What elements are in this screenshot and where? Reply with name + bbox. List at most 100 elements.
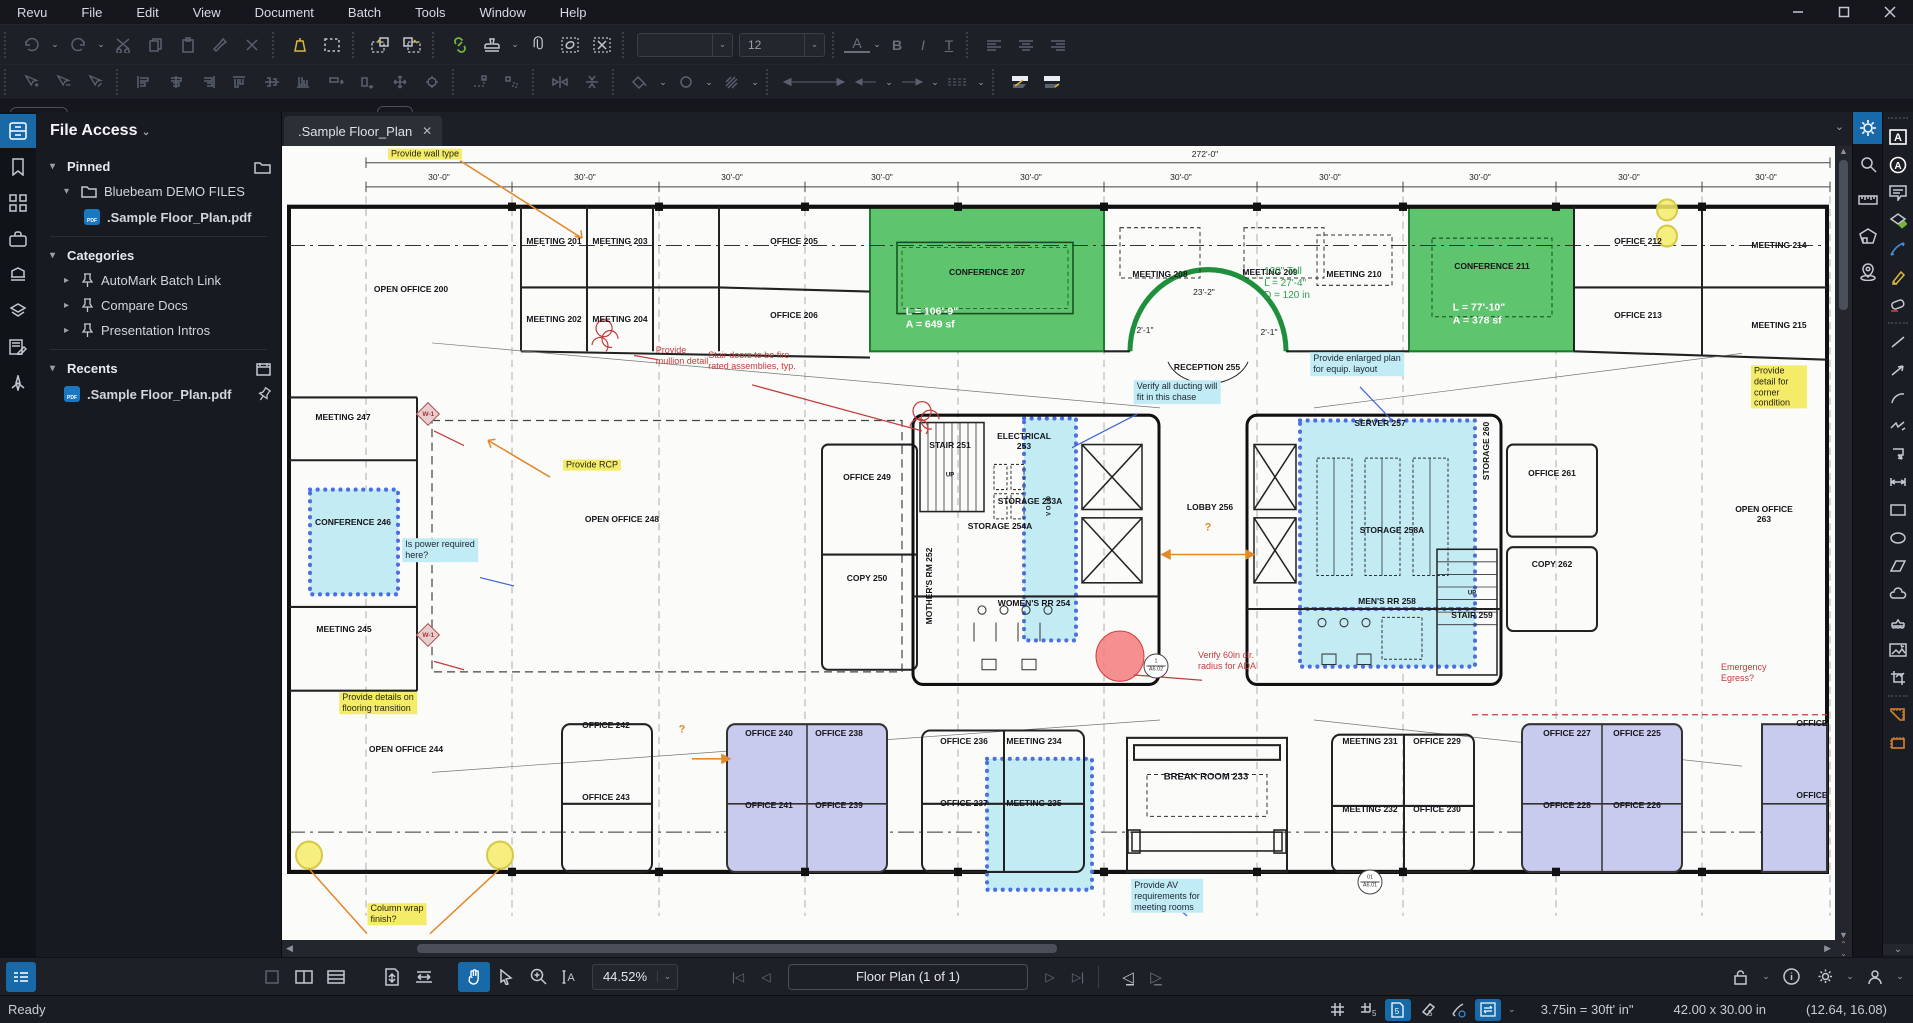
- tab-close-icon[interactable]: ✕: [422, 124, 432, 138]
- dimension-tool-icon[interactable]: [1884, 468, 1912, 495]
- polygon-tool-icon[interactable]: [1884, 552, 1912, 579]
- vertical-scroll-thumb[interactable]: [1839, 160, 1848, 310]
- rectangle-tool-icon[interactable]: [1884, 496, 1912, 523]
- polyline-tool-icon[interactable]: [1884, 412, 1912, 439]
- annotation-markup[interactable]: Provide mullion detail: [656, 345, 709, 367]
- library-tab[interactable]: [0, 258, 36, 292]
- menu-item[interactable]: Edit: [119, 2, 175, 23]
- cloud-tool-icon[interactable]: [1884, 580, 1912, 607]
- font-family-select[interactable]: ⌄: [637, 32, 733, 57]
- font-size-select[interactable]: 12 ⌄: [739, 32, 825, 57]
- category-row[interactable]: ▸ Presentation Intros: [50, 318, 281, 343]
- previous-page-button[interactable]: ◁: [752, 970, 780, 984]
- undo-icon[interactable]: [17, 31, 47, 59]
- scroll-down-icon[interactable]: ▼: [1839, 930, 1848, 940]
- menu-item[interactable]: View: [176, 2, 238, 23]
- redo-chevron-icon[interactable]: ⌄: [94, 39, 108, 50]
- measurement-markup[interactable]: 2'-1": [1137, 325, 1154, 335]
- tab-list-chevron-icon[interactable]: ⌄: [1835, 120, 1844, 133]
- measurement-markup[interactable]: 2'-1": [1261, 327, 1278, 337]
- toolbar-grip[interactable]: [766, 69, 774, 95]
- toolbar-grip[interactable]: [612, 69, 620, 95]
- more-tools-chevron-icon[interactable]: ⌄: [1883, 944, 1913, 955]
- menu-item[interactable]: Revu: [0, 2, 64, 23]
- close-button[interactable]: [1867, 0, 1913, 24]
- annotation-markup[interactable]: Provide AV requirements for meeting room…: [1131, 878, 1203, 914]
- measurements-tab[interactable]: [1853, 184, 1883, 216]
- annotation-markup[interactable]: Stair doors to be fire rated assemblies,…: [708, 350, 796, 372]
- split-vertical-icon[interactable]: [288, 962, 320, 992]
- markups-list-toggle[interactable]: [6, 961, 36, 992]
- recent-file-row[interactable]: .Sample Floor_Plan.pdf: [50, 381, 281, 407]
- brightness-chevron-icon[interactable]: ⌄: [1843, 971, 1857, 982]
- studio-tab[interactable]: [0, 366, 36, 400]
- calibrate-icon[interactable]: [1005, 68, 1035, 96]
- detail-callout-badge[interactable]: 1 A6.02: [1143, 653, 1169, 679]
- measure-preferences-icon[interactable]: [1037, 68, 1067, 96]
- fit-page-icon[interactable]: [376, 962, 408, 992]
- menu-item[interactable]: Tools: [398, 2, 462, 23]
- paste-in-place-alt-icon[interactable]: [397, 31, 427, 59]
- stamp-chevron-icon[interactable]: ⌄: [508, 39, 522, 50]
- annotation-markup[interactable]: ?: [679, 723, 686, 736]
- layers-tab[interactable]: [0, 294, 36, 328]
- maximize-button[interactable]: [1821, 0, 1867, 24]
- annotation-markup[interactable]: ?: [1205, 521, 1212, 534]
- paste-in-place-icon[interactable]: [365, 31, 395, 59]
- textbox-tool-icon[interactable]: A: [1884, 123, 1912, 150]
- select-text-icon[interactable]: A: [554, 962, 586, 992]
- attachment-icon[interactable]: [523, 31, 553, 59]
- scroll-corner[interactable]: ⌃ ⌄: [1835, 940, 1852, 958]
- undo-chevron-icon[interactable]: ⌄: [48, 39, 62, 50]
- toolbar-grip[interactable]: [4, 31, 12, 58]
- zoom-tool-icon[interactable]: [522, 962, 554, 992]
- toolbar-grip[interactable]: [992, 69, 1000, 95]
- add-folder-icon[interactable]: [254, 160, 271, 174]
- lock-status-icon[interactable]: [1725, 962, 1757, 992]
- image-tool-icon[interactable]: [1884, 636, 1912, 663]
- folder-row[interactable]: ▾ Bluebeam DEMO FILES: [50, 179, 281, 204]
- minimize-button[interactable]: [1775, 0, 1821, 24]
- menu-item[interactable]: Window: [463, 2, 543, 23]
- measurement-markup[interactable]: 23'-2": [1193, 287, 1215, 297]
- note-tool-icon[interactable]: [1884, 179, 1912, 206]
- sync-chevron-icon[interactable]: ⌄: [1505, 1004, 1519, 1015]
- brightness-icon[interactable]: [1809, 962, 1841, 992]
- menu-item[interactable]: File: [64, 2, 119, 23]
- previous-view-button[interactable]: ◁̲: [1114, 968, 1142, 986]
- toolbar-grip[interactable]: [1888, 322, 1908, 324]
- callout-tool-icon[interactable]: [1884, 440, 1912, 467]
- menu-item[interactable]: Document: [238, 2, 331, 23]
- horizontal-scrollbar[interactable]: ◀ ▶: [282, 940, 1835, 957]
- toolbar-grip[interactable]: [832, 31, 840, 58]
- bookmarks-tab[interactable]: [0, 150, 36, 184]
- lasso-erase-icon[interactable]: [555, 31, 585, 59]
- category-row[interactable]: ▸ Compare Docs: [50, 293, 281, 318]
- zoom-level-select[interactable]: 44.52% ⌄: [592, 963, 678, 990]
- ellipse-tool-icon[interactable]: [1884, 524, 1912, 551]
- select-tool-icon[interactable]: [490, 962, 522, 992]
- toolbar-grip[interactable]: [1888, 117, 1908, 119]
- annotation-markup[interactable]: Is power required here?: [402, 538, 478, 562]
- scroll-left-icon[interactable]: ◀: [286, 943, 293, 954]
- area-measure-tool-icon[interactable]: [1884, 729, 1912, 756]
- split-horizontal-icon[interactable]: [320, 962, 352, 992]
- typewriter-tool-icon[interactable]: A: [1884, 151, 1912, 178]
- panel-title[interactable]: File Access ⌄: [50, 122, 281, 140]
- annotation-markup[interactable]: Provide wall type: [387, 148, 463, 160]
- thumbnails-tab[interactable]: [0, 186, 36, 220]
- detail-callout-badge[interactable]: 01 A6.01: [1357, 869, 1383, 895]
- flag-tool-icon[interactable]: [285, 31, 315, 59]
- file-access-tab[interactable]: [0, 114, 36, 148]
- sync-views-icon[interactable]: [1474, 998, 1501, 1021]
- menu-item[interactable]: Help: [543, 2, 604, 23]
- toolbar-grip[interactable]: [432, 31, 440, 58]
- scroll-up-icon[interactable]: ▲: [1839, 146, 1848, 156]
- annotation-markup[interactable]: Provide detail for corner condition: [1751, 365, 1807, 409]
- eraser-tool-icon[interactable]: [1884, 291, 1912, 318]
- lock-chevron-icon[interactable]: ⌄: [1759, 971, 1773, 982]
- pan-tool-icon[interactable]: [458, 961, 490, 992]
- horizontal-scroll-thumb[interactable]: [416, 944, 1057, 953]
- tool-chest-tab[interactable]: [0, 222, 36, 256]
- arc-tool-icon[interactable]: [1884, 384, 1912, 411]
